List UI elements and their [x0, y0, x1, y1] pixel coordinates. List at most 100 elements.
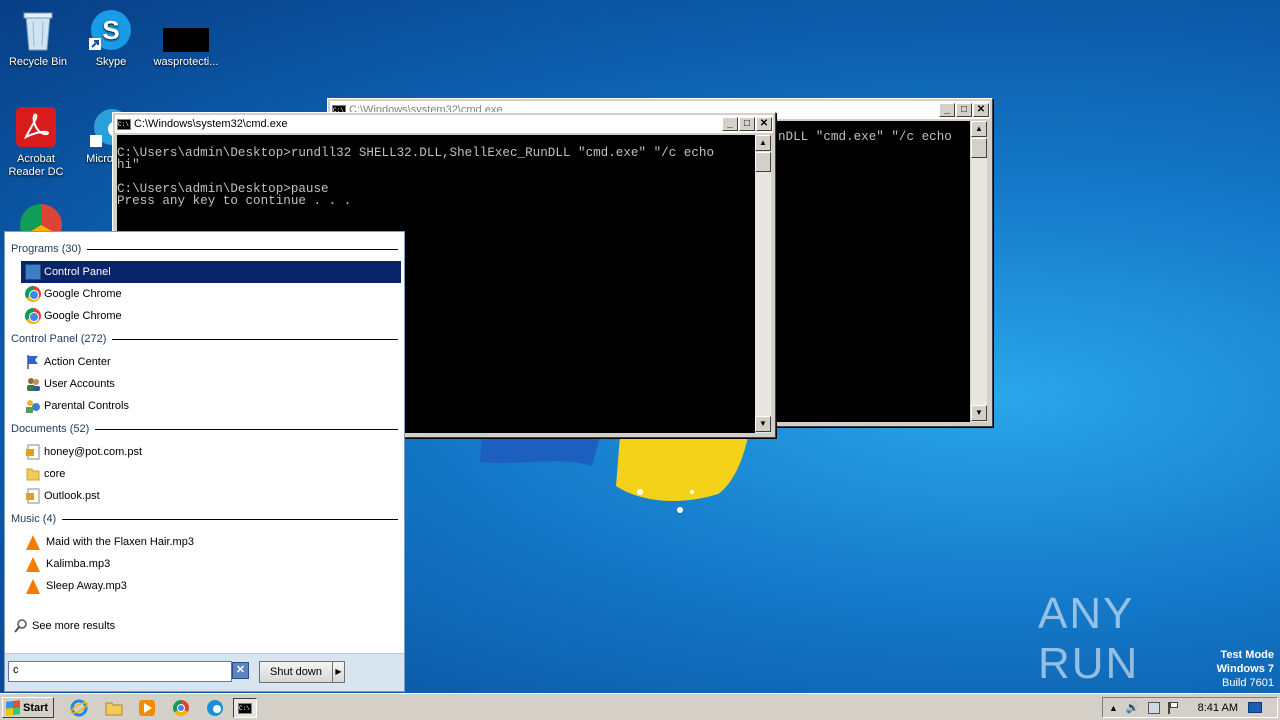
result-label: Kalimba.mp3 [46, 558, 111, 570]
folder-icon [105, 702, 123, 716]
maximize-button[interactable]: □ [739, 117, 755, 131]
start-menu: Programs (30) Control Panel Google Chrom… [4, 231, 405, 692]
chrome-desktop-icon-partial[interactable] [20, 204, 62, 232]
taskbar-cmd-button[interactable]: C:\ [233, 698, 257, 718]
users-icon [25, 376, 41, 392]
scroll-thumb[interactable] [971, 138, 987, 158]
result-label: Control Panel [44, 266, 111, 278]
shut-down-button[interactable]: Shut down [259, 661, 333, 683]
chrome-icon [25, 308, 41, 324]
taskbar-explorer-button[interactable] [103, 698, 125, 718]
start-menu-bottom-bar: c ✕ Shut down ▶ [5, 653, 404, 691]
start-button[interactable]: Start [2, 697, 54, 718]
folder-icon [25, 466, 41, 482]
result-parental-controls[interactable]: Parental Controls [21, 395, 401, 417]
result-label: Maid with the Flaxen Hair.mp3 [46, 536, 194, 548]
section-header-music: Music (4) [11, 513, 398, 525]
close-button[interactable]: ✕ [973, 103, 989, 117]
build-line: Build 7601 [1222, 677, 1274, 689]
cmd-icon: C:\ [117, 118, 131, 130]
system-tray: ▲ 🔊 8:41 AM [1102, 697, 1278, 718]
see-more-label: See more results [32, 620, 116, 632]
control-panel-icon [25, 264, 41, 280]
close-button[interactable]: ✕ [756, 117, 772, 131]
desktop-icon-skype[interactable]: S Skype [73, 8, 149, 69]
network-icon[interactable] [1147, 701, 1160, 714]
minimize-button[interactable]: _ [722, 117, 738, 131]
show-hidden-icons-button[interactable]: ▲ [1109, 703, 1118, 713]
taskbar: Start C:\ ▲ 🔊 8:41 AM [0, 693, 1280, 720]
show-desktop-icon[interactable] [1247, 702, 1262, 713]
result-core[interactable]: core [21, 463, 401, 485]
windows-flag-icon [6, 699, 20, 716]
clear-search-button[interactable]: ✕ [232, 662, 249, 679]
section-title: Programs (30) [11, 243, 82, 255]
result-action-center[interactable]: Action Center [21, 351, 401, 373]
scroll-thumb[interactable] [755, 152, 771, 172]
vertical-scrollbar[interactable]: ▲ ▼ [755, 135, 771, 433]
application-icon [163, 28, 209, 52]
shut-down-options-button[interactable]: ▶ [333, 661, 345, 683]
scroll-down-button[interactable]: ▼ [755, 416, 771, 432]
desktop-icon-label: Recycle Bin [8, 56, 68, 68]
result-google-chrome[interactable]: Google Chrome [21, 283, 401, 305]
start-label: Start [23, 701, 49, 714]
chrome-icon [173, 700, 189, 716]
windows-version-line: Windows 7 [1216, 663, 1274, 675]
result-label: Outlook.pst [44, 490, 100, 502]
desktop-icon-label: Acrobat Reader DC [8, 153, 64, 178]
acrobat-icon [14, 105, 58, 149]
maximize-button[interactable]: □ [956, 103, 972, 117]
speaker-icon[interactable]: 🔊 [1126, 701, 1140, 714]
pst-file-icon [25, 444, 41, 460]
result-honey-pst[interactable]: honey@pot.com.pst [21, 441, 401, 463]
result-music-file[interactable]: Kalimba.mp3 [21, 553, 401, 575]
taskbar-ie-button[interactable] [68, 698, 90, 718]
scroll-up-button[interactable]: ▲ [971, 121, 987, 137]
svg-text:S: S [102, 15, 119, 45]
section-header-programs: Programs (30) [11, 243, 398, 255]
clock[interactable]: 8:41 AM [1198, 702, 1238, 714]
minimize-button[interactable]: _ [939, 103, 955, 117]
desktop-icon-acrobat[interactable]: Acrobat Reader DC [0, 105, 74, 179]
result-music-file[interactable]: Sleep Away.mp3 [21, 575, 401, 597]
window-titlebar[interactable]: C:\ C:\Windows\system32\cmd.exe _ □ ✕ [115, 115, 773, 133]
result-label: honey@pot.com.pst [44, 446, 142, 458]
vlc-icon [26, 556, 40, 572]
recycle-bin-icon [16, 8, 60, 52]
action-center-flag-icon[interactable] [1167, 701, 1178, 714]
result-control-panel[interactable]: Control Panel [21, 261, 401, 283]
see-more-results-link[interactable]: See more results [9, 615, 389, 637]
search-icon [13, 618, 29, 634]
cmd-icon: C:\ [238, 702, 252, 714]
desktop-icon-wasprotection[interactable]: wasprotecti... [148, 8, 224, 69]
vlc-icon [26, 578, 40, 594]
desktop-icon-label: Skype [95, 56, 127, 68]
internet-explorer-icon [70, 699, 88, 717]
section-header-documents: Documents (52) [11, 423, 398, 435]
scroll-up-button[interactable]: ▲ [755, 135, 771, 151]
media-player-icon [139, 700, 155, 716]
taskbar-media-player-button[interactable] [136, 698, 158, 718]
result-label: Parental Controls [44, 400, 129, 412]
taskbar-chrome-button[interactable] [170, 698, 192, 718]
result-user-accounts[interactable]: User Accounts [21, 373, 401, 395]
result-label: User Accounts [44, 378, 115, 390]
section-title: Music (4) [11, 513, 57, 525]
section-title: Control Panel (272) [11, 333, 107, 345]
pst-file-icon [25, 488, 41, 504]
result-google-chrome[interactable]: Google Chrome [21, 305, 401, 327]
search-input[interactable]: c [8, 661, 232, 682]
scroll-down-button[interactable]: ▼ [971, 405, 987, 421]
chrome-icon [25, 286, 41, 302]
skype-icon: S [89, 8, 133, 52]
result-music-file[interactable]: Maid with the Flaxen Hair.mp3 [21, 531, 401, 553]
desktop-icon-recycle-bin[interactable]: Recycle Bin [0, 8, 76, 69]
vertical-scrollbar[interactable]: ▲ ▼ [971, 121, 987, 422]
flag-icon [25, 354, 41, 370]
windows-logo-wallpaper [480, 436, 750, 516]
result-label: Sleep Away.mp3 [46, 580, 127, 592]
result-label: core [44, 468, 66, 480]
result-outlook-pst[interactable]: Outlook.pst [21, 485, 401, 507]
taskbar-edge-button[interactable] [204, 698, 226, 718]
